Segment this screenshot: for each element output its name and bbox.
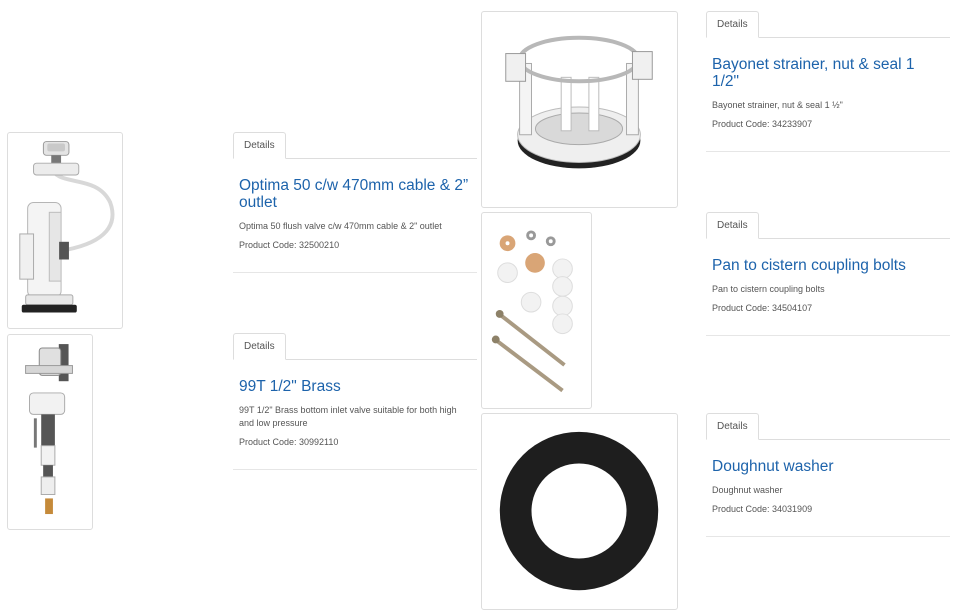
product-description: Optima 50 flush valve c/w 470mm cable & …	[239, 221, 442, 231]
product-title[interactable]: Optima 50 c/w 470mm cable & 2” outlet	[239, 177, 471, 211]
tab-details[interactable]: Details	[233, 333, 286, 360]
product-title[interactable]: Doughnut washer	[712, 458, 944, 475]
tab-details[interactable]: Details	[706, 212, 759, 239]
product-image-doughnut-washer[interactable]	[481, 413, 678, 610]
fill-valve-icon	[25, 344, 73, 515]
product-description: Doughnut washer	[712, 485, 783, 495]
product-description: 99T 1/2" Brass bottom inlet valve suitab…	[239, 405, 457, 428]
tab-details[interactable]: Details	[706, 11, 759, 38]
product-card-optima-50: Details Optima 50 c/w 470mm cable & 2” o…	[233, 132, 477, 273]
product-details: 99T 1/2" Brass 99T 1/2" Brass bottom inl…	[233, 378, 477, 470]
product-card-coupling-bolts: Details Pan to cistern coupling bolts Pa…	[706, 212, 950, 336]
product-image-flush-valve[interactable]	[7, 132, 123, 329]
product-details: Doughnut washer Doughnut washer Product …	[706, 458, 950, 537]
product-code: Product Code: 34504107	[712, 303, 813, 313]
flush-valve-icon	[19, 141, 115, 313]
product-card-bayonet-strainer: Details Bayonet strainer, nut & seal 1 1…	[706, 11, 950, 152]
product-tabs: Details	[233, 333, 477, 360]
product-title[interactable]: 99T 1/2" Brass	[239, 378, 471, 395]
product-tabs: Details	[706, 212, 950, 239]
product-card-99t-brass: Details 99T 1/2" Brass 99T 1/2" Brass bo…	[233, 333, 477, 470]
bayonet-strainer-icon	[505, 35, 653, 169]
product-tabs: Details	[706, 413, 950, 440]
product-tabs: Details	[233, 132, 477, 159]
product-details: Pan to cistern coupling bolts Pan to cis…	[706, 257, 950, 336]
product-details: Bayonet strainer, nut & seal 1 1/2" Bayo…	[706, 56, 950, 152]
product-code: Product Code: 34031909	[712, 504, 813, 514]
product-code: Product Code: 30992110	[239, 437, 339, 447]
product-details: Optima 50 c/w 470mm cable & 2” outlet Op…	[233, 177, 477, 273]
tab-details[interactable]: Details	[706, 413, 759, 440]
tab-details[interactable]: Details	[233, 132, 286, 159]
doughnut-washer-icon	[499, 431, 659, 591]
product-description: Pan to cistern coupling bolts	[712, 284, 825, 294]
coupling-bolts-icon	[491, 230, 573, 393]
product-image-bayonet-strainer[interactable]	[481, 11, 678, 208]
product-card-doughnut-washer: Details Doughnut washer Doughnut washer …	[706, 413, 950, 537]
product-title[interactable]: Pan to cistern coupling bolts	[712, 257, 944, 274]
product-image-fill-valve[interactable]	[7, 334, 93, 530]
product-tabs: Details	[706, 11, 950, 38]
product-code: Product Code: 34233907	[712, 119, 813, 129]
product-code: Product Code: 32500210	[239, 240, 340, 250]
product-title[interactable]: Bayonet strainer, nut & seal 1 1/2"	[712, 56, 944, 90]
product-image-coupling-bolts[interactable]	[481, 212, 592, 409]
product-description: Bayonet strainer, nut & seal 1 ½"	[712, 100, 843, 110]
